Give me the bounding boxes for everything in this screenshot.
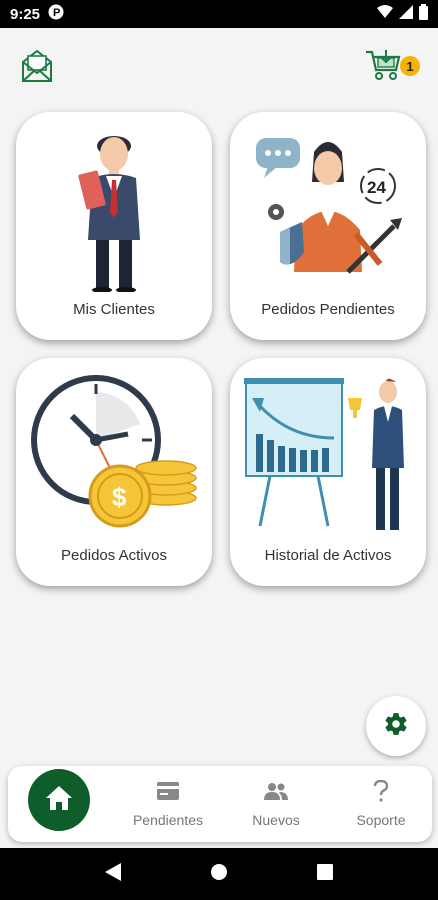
cart-count-badge: 1 bbox=[400, 56, 420, 76]
card-pedidos-pendientes[interactable]: 24 Pedidos Pendientes bbox=[230, 112, 426, 340]
bottom-nav: Pendientes Nuevos Soporte bbox=[8, 766, 432, 842]
users-icon bbox=[226, 778, 326, 804]
status-bar: 9:25 P bbox=[0, 0, 438, 28]
card-label: Historial de Activos bbox=[264, 547, 392, 564]
nav-item-pendientes[interactable]: Pendientes bbox=[118, 778, 218, 828]
card-historial-activos[interactable]: Historial de Activos bbox=[230, 358, 426, 586]
svg-text:P: P bbox=[53, 7, 60, 19]
status-time: 9:25 bbox=[10, 5, 41, 23]
card-label: Pedidos Activos bbox=[61, 547, 167, 564]
home-button[interactable] bbox=[28, 769, 90, 831]
nav-label: Pendientes bbox=[132, 812, 204, 828]
client-illustration bbox=[16, 122, 212, 293]
card-icon bbox=[118, 778, 218, 804]
card-pedidos-activos[interactable]: $ Pedidos Activos bbox=[16, 358, 212, 586]
signal-icon bbox=[399, 5, 413, 23]
svg-text:$: $ bbox=[112, 482, 127, 512]
p-circle-icon: P bbox=[48, 4, 64, 24]
top-bar: 1 bbox=[0, 46, 438, 90]
back-icon[interactable] bbox=[104, 862, 121, 886]
question-icon bbox=[331, 778, 431, 804]
gear-icon bbox=[383, 711, 409, 742]
home-icon bbox=[45, 785, 73, 816]
nav-label: Nuevos bbox=[252, 812, 300, 828]
wifi-icon bbox=[377, 5, 393, 23]
nav-item-soporte[interactable]: Soporte bbox=[331, 778, 431, 828]
cart-icon[interactable] bbox=[364, 48, 402, 87]
card-mis-clientes[interactable]: Mis Clientes bbox=[16, 112, 212, 340]
system-nav-bar bbox=[0, 848, 438, 900]
home-circle-icon[interactable] bbox=[210, 863, 228, 886]
battery-icon bbox=[419, 4, 428, 24]
card-label: Mis Clientes bbox=[73, 301, 155, 318]
settings-fab[interactable] bbox=[366, 696, 426, 756]
chart-presentation-illustration bbox=[230, 368, 426, 538]
mail-icon[interactable] bbox=[20, 48, 54, 89]
support-illustration: 24 bbox=[230, 122, 426, 292]
card-label: Pedidos Pendientes bbox=[261, 301, 395, 318]
nav-item-nuevos[interactable]: Nuevos bbox=[226, 778, 326, 828]
clock-coins-illustration: $ bbox=[16, 368, 212, 538]
recents-icon[interactable] bbox=[317, 863, 334, 885]
nav-label: Soporte bbox=[356, 812, 406, 828]
svg-text:24: 24 bbox=[367, 178, 386, 197]
